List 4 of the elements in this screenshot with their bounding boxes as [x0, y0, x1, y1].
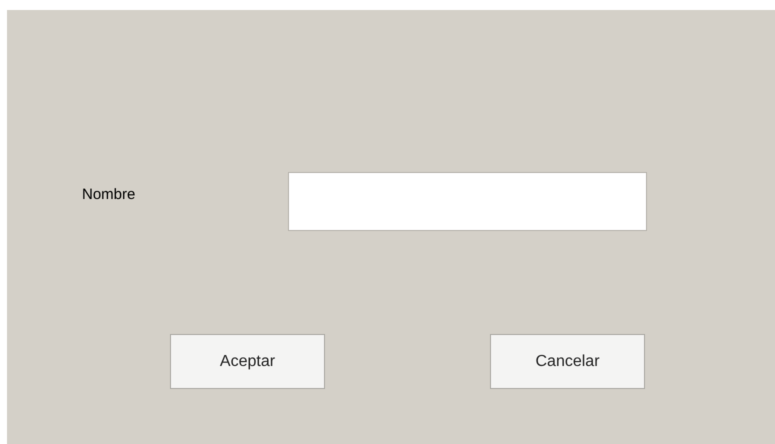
dialog-button[interactable]: Aceptar — [170, 334, 325, 389]
field-label: Nombre — [82, 185, 136, 205]
dialog-button[interactable]: Cancelar — [490, 334, 645, 389]
input-field[interactable] — [288, 172, 647, 231]
